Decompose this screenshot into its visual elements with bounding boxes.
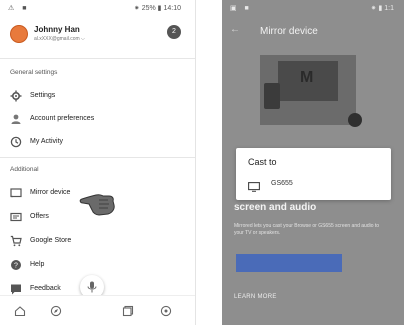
status-right: ⁕ 25% ▮ 14:10	[133, 5, 181, 12]
pointing-hand-icon	[78, 182, 118, 222]
right-phone-screen: ▣ ■ ⁕ ▮ 1:1 ← Mirror device M screen and…	[222, 0, 404, 325]
history-icon	[10, 136, 22, 148]
menu-item-label: Settings	[30, 92, 56, 99]
discover-icon[interactable]	[50, 305, 62, 317]
section-general-settings: General settings	[10, 69, 58, 76]
tv-icon	[248, 179, 260, 192]
description-text: Mirrored lets you cast your Browse or GS…	[234, 223, 380, 236]
cart-icon	[10, 235, 22, 247]
hero-illustration: M	[260, 55, 362, 127]
gear-icon	[10, 90, 22, 102]
bottom-navigation	[0, 295, 195, 325]
status-bar: ▣ ■ ⁕ ▮ 1:1	[222, 0, 404, 16]
account-header[interactable]: Johnny Han al.xXXX@gmail.com ⌵ 2	[10, 22, 185, 48]
avatar[interactable]	[10, 25, 28, 43]
divider	[0, 157, 195, 158]
mirror-button[interactable]	[236, 254, 342, 272]
menu-item-my-activity[interactable]: My Activity	[0, 132, 195, 154]
menu-item-label: Feedback	[30, 285, 61, 292]
feedback-icon	[10, 283, 22, 295]
status-left: ⚠ ■	[8, 5, 30, 12]
section-heading: screen and audio	[234, 202, 317, 213]
left-phone-screen: ⚠ ■ ⁕ 25% ▮ 14:10 Johnny Han al.xXXX@gma…	[0, 0, 196, 325]
account-icon	[10, 113, 22, 125]
cast-icon	[10, 187, 22, 199]
page-title: Mirror device	[260, 26, 318, 37]
more-icon[interactable]	[160, 305, 172, 317]
account-email: al.xXXX@gmail.com ⌵	[34, 36, 85, 42]
menu-item-label: Mirror device	[30, 189, 71, 196]
cast-to-dialog: Cast to GS655	[236, 148, 391, 200]
back-arrow-icon[interactable]: ←	[230, 24, 240, 35]
phone-illustration	[264, 83, 280, 109]
cast-device-row[interactable]: GS655	[236, 176, 391, 194]
notification-badge[interactable]: 2	[167, 25, 181, 39]
learn-more-link[interactable]: LEARN MORE	[234, 294, 277, 300]
account-name: Johnny Han	[34, 25, 80, 34]
svg-text:?: ?	[14, 263, 18, 270]
status-left: ▣ ■	[230, 5, 252, 12]
menu-item-help[interactable]: ? Help	[0, 255, 195, 277]
menu-item-label: My Activity	[30, 138, 64, 145]
menu-item-account-preferences[interactable]: Account preferences	[0, 109, 195, 131]
home-icon[interactable]	[14, 305, 26, 317]
offers-icon	[10, 211, 22, 223]
menu-item-label: Help	[30, 261, 45, 268]
brand-logo-icon: M	[300, 69, 314, 86]
status-bar: ⚠ ■ ⁕ 25% ▮ 14:10	[0, 0, 195, 16]
divider	[0, 58, 195, 59]
tabs-icon[interactable]	[122, 305, 134, 317]
speaker-icon	[348, 113, 362, 127]
device-name: GS655	[271, 180, 293, 187]
menu-item-settings[interactable]: Settings	[0, 86, 195, 108]
menu-item-label: Offers	[30, 213, 49, 220]
menu-item-label: Account preferences	[30, 115, 95, 122]
menu-item-label: Google Store	[30, 237, 72, 244]
help-icon: ?	[10, 259, 22, 271]
section-additional: Additional	[10, 166, 39, 173]
status-right: ⁕ ▮ 1:1	[370, 5, 394, 12]
dialog-title: Cast to	[248, 157, 277, 167]
menu-item-google-store[interactable]: Google Store	[0, 231, 195, 253]
app-bar: ← Mirror device	[222, 18, 404, 44]
